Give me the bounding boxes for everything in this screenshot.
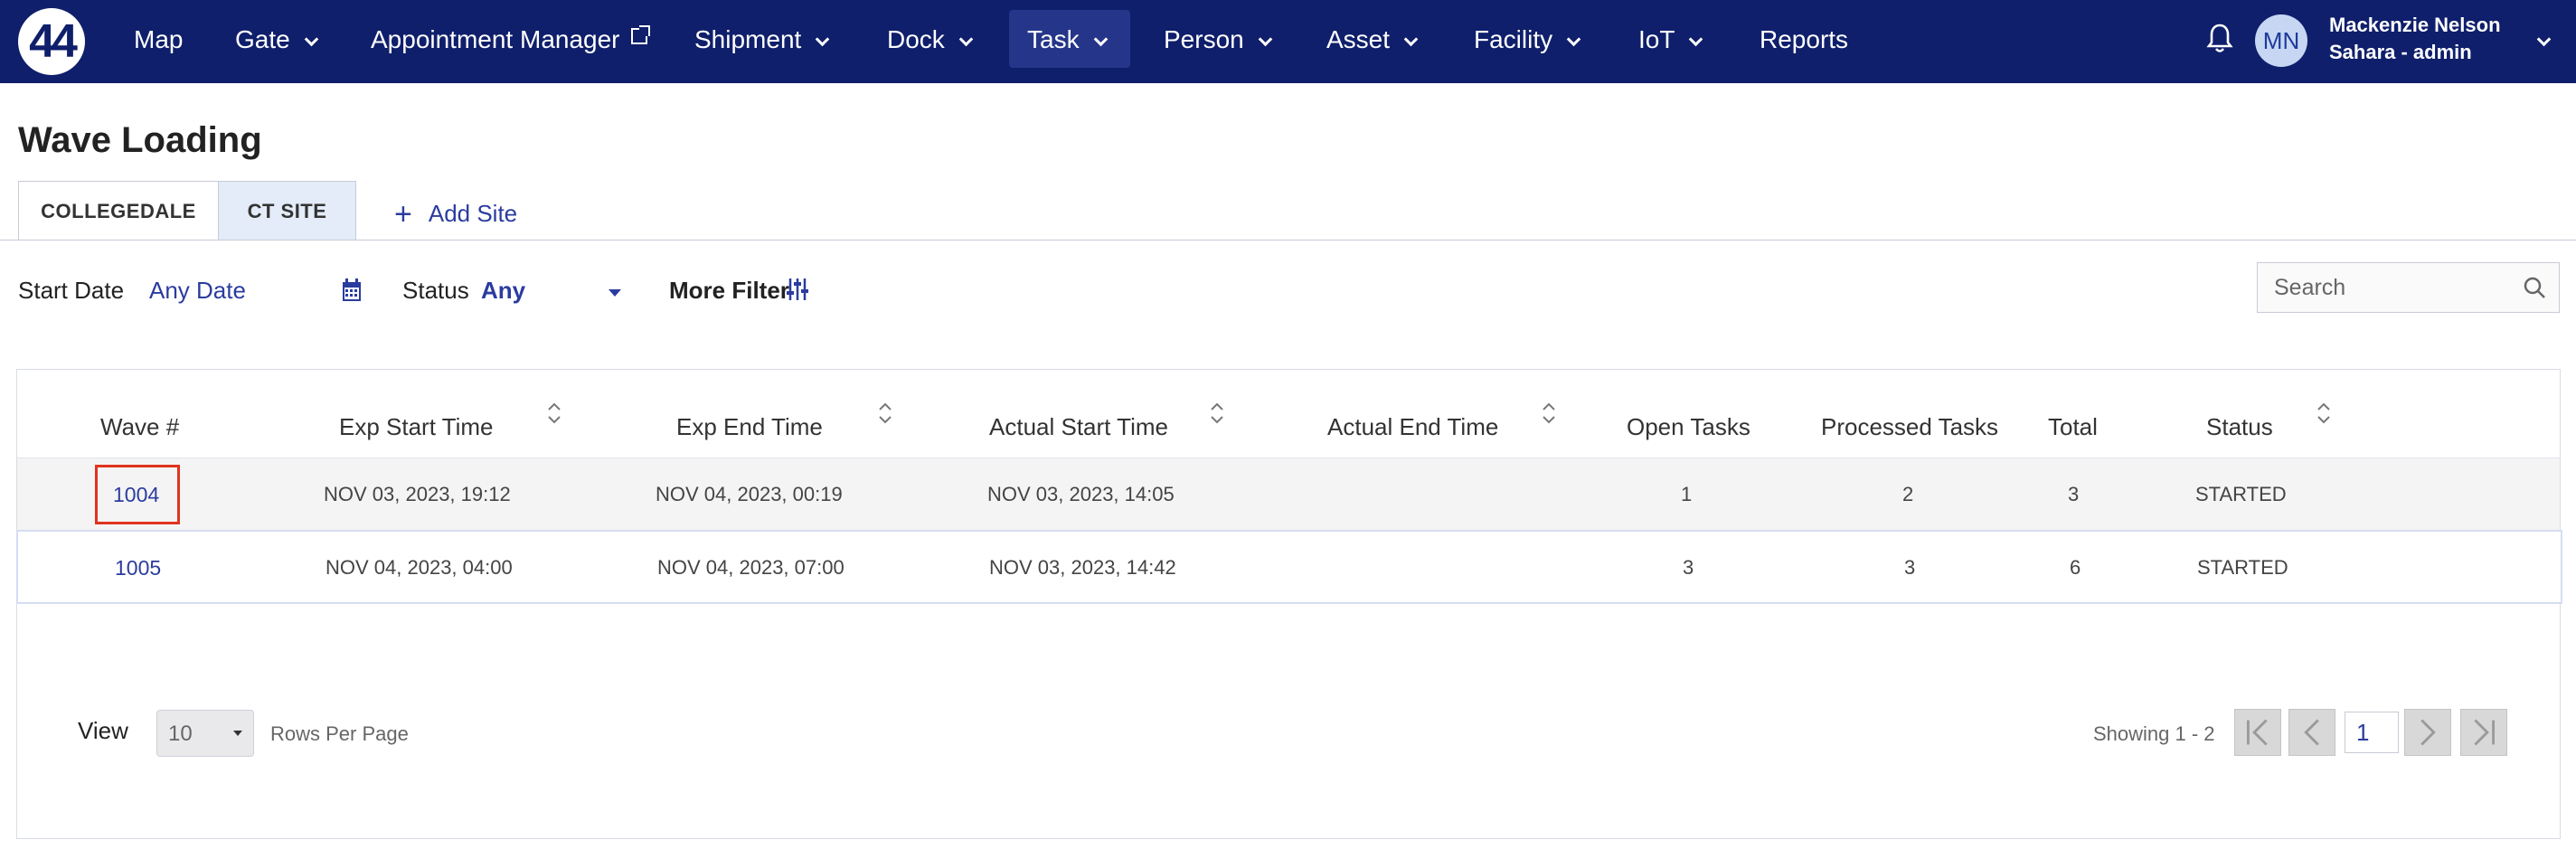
column-header-open-tasks: Open Tasks [1627,413,1750,440]
user-name: Mackenzie Nelson [2329,14,2501,36]
rows-per-page-label: Rows Per Page [270,722,409,745]
column-header-actual-start-time[interactable]: Actual Start Time [989,413,1168,441]
notification-bell-icon[interactable] [2206,23,2233,55]
sort-icon[interactable] [876,400,894,427]
exp-end-cell: NOV 04, 2023, 00:19 [656,483,843,505]
status-cell: STARTED [2195,483,2287,505]
nav-item-shipment[interactable]: Shipment [694,0,830,83]
app-logo[interactable]: 44 [18,8,85,75]
wave-number-link[interactable]: 1005 [115,532,161,604]
user-role: Sahara - admin [2329,41,2472,63]
processed-tasks-cell: 2 [1902,483,1914,505]
nav-item-dock[interactable]: Dock [887,0,974,83]
chevron-down-icon [1258,32,1272,47]
status-filter-select[interactable]: Any [481,277,525,305]
rows-per-page-select[interactable]: 10 [156,710,254,757]
chevron-down-icon [304,32,318,47]
last-page-icon[interactable] [2460,709,2507,756]
total-cell: 6 [2070,556,2081,579]
column-header-exp-start-time[interactable]: Exp Start Time [339,413,494,441]
wave-table-card: Wave # Exp Start Time Exp End Time Actua… [16,369,2562,839]
search-icon[interactable] [2523,276,2546,299]
exp-end-cell: NOV 04, 2023, 07:00 [657,556,845,579]
sort-icon[interactable] [1208,400,1226,427]
nav-item-gate[interactable]: Gate [235,0,318,83]
chevron-down-icon [1403,32,1419,47]
showing-count: Showing 1 - 2 [2093,722,2215,745]
processed-tasks-cell: 3 [1904,556,1916,579]
column-header-processed-tasks: Processed Tasks [1821,413,1999,440]
tab-divider [0,240,2576,241]
page-number-input[interactable] [2345,712,2399,753]
table-row[interactable]: 1005 NOV 04, 2023, 04:00 NOV 04, 2023, 0… [16,530,2562,604]
actual-start-cell: NOV 03, 2023, 14:05 [987,483,1175,505]
sliders-icon[interactable] [787,277,808,302]
status-filter-label: Status [402,277,469,304]
nav-item-person[interactable]: Person [1164,0,1272,83]
page-title: Wave Loading [18,120,262,160]
nav-item-iot[interactable]: IoT [1638,0,1703,83]
column-header-exp-end-time[interactable]: Exp End Time [676,413,823,441]
sort-icon[interactable] [2315,400,2333,427]
add-site-button[interactable]: + Add Site [394,194,517,231]
tab-ct-site[interactable]: CT SITE [219,181,356,241]
more-filter-button[interactable]: More Filter [669,277,789,305]
external-link-icon [630,25,650,44]
start-date-input[interactable]: Any Date [149,277,246,305]
previous-page-icon[interactable] [2288,709,2335,756]
column-header-actual-end-time[interactable]: Actual End Time [1327,413,1498,441]
nav-item-appointment-manager[interactable]: Appointment Manager [371,0,650,83]
wave-number-link[interactable]: 1004 [113,458,159,531]
total-cell: 3 [2068,483,2080,505]
column-header-total: Total [2048,413,2098,440]
nav-item-map[interactable]: Map [134,0,183,83]
tab-collegedale[interactable]: COLLEGEDALE [18,181,219,241]
start-date-label: Start Date [18,277,125,304]
actual-start-cell: NOV 03, 2023, 14:42 [989,556,1176,579]
user-menu-chevron-icon[interactable] [2536,32,2552,47]
nav-item-task[interactable]: Task [1009,0,1130,83]
search-input[interactable] [2274,263,2509,312]
avatar[interactable]: MN [2255,14,2307,67]
sort-icon[interactable] [545,400,563,427]
chevron-down-icon [958,32,974,47]
first-page-icon[interactable] [2234,709,2281,756]
exp-start-cell: NOV 04, 2023, 04:00 [326,556,513,579]
open-tasks-cell: 3 [1683,556,1694,579]
caret-down-icon [233,731,242,736]
nav-item-reports[interactable]: Reports [1760,0,1848,83]
exp-start-cell: NOV 03, 2023, 19:12 [324,483,511,505]
column-header-wave[interactable]: Wave # [100,413,179,441]
caret-down-icon[interactable] [609,289,621,297]
status-cell: STARTED [2197,556,2288,579]
chevron-down-icon [816,32,830,47]
nav-item-facility[interactable]: Facility [1474,0,1581,83]
column-header-status[interactable]: Status [2206,413,2273,441]
view-label: View [78,717,128,744]
nav-item-asset[interactable]: Asset [1326,0,1419,83]
search-box [2257,262,2560,313]
next-page-icon[interactable] [2404,709,2451,756]
calendar-icon[interactable] [342,278,362,302]
chevron-down-icon [1689,32,1703,47]
chevron-down-icon [1566,32,1581,47]
top-navbar: 44 Map Gate Appointment Manager Shipment… [0,0,2576,83]
table-row[interactable]: 1004 NOV 03, 2023, 19:12 NOV 04, 2023, 0… [17,458,2560,530]
sort-icon[interactable] [1540,400,1558,427]
plus-icon: + [394,197,412,231]
open-tasks-cell: 1 [1681,483,1693,505]
